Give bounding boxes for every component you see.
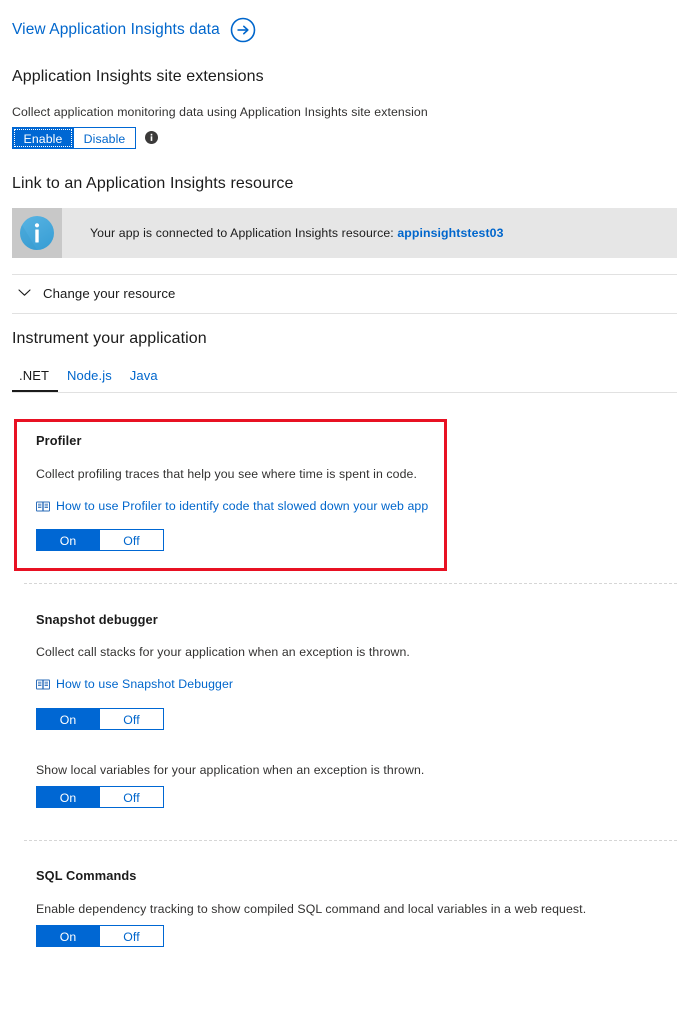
profiler-off-button[interactable]: Off bbox=[100, 529, 164, 551]
profiler-doc-link-label: How to use Profiler to identify code tha… bbox=[56, 499, 429, 513]
snapshot-debugger-description: Collect call stacks for your application… bbox=[36, 645, 410, 659]
connected-resource-banner: Your app is connected to Application Ins… bbox=[12, 208, 677, 258]
instrument-tabbar: .NET Node.js Java bbox=[12, 366, 677, 393]
site-extensions-heading: Application Insights site extensions bbox=[12, 68, 264, 85]
info-circle-icon bbox=[12, 208, 62, 258]
snapshot-debugger-off-button[interactable]: Off bbox=[100, 708, 164, 730]
divider-above-change-resource bbox=[12, 274, 677, 275]
app-insights-settings-page: View Application Insights data Applicati… bbox=[0, 0, 689, 1012]
tab-java[interactable]: Java bbox=[121, 366, 167, 390]
profiler-doc-link[interactable]: How to use Profiler to identify code tha… bbox=[36, 499, 428, 513]
sql-commands-description: Enable dependency tracking to show compi… bbox=[36, 902, 587, 916]
snapshot-debugger-doc-link-label: How to use Snapshot Debugger bbox=[56, 677, 234, 691]
local-variables-toggle[interactable]: On Off bbox=[36, 786, 164, 808]
change-resource-collapsible[interactable]: Change your resource bbox=[18, 284, 175, 302]
chevron-down-icon bbox=[18, 284, 31, 302]
snapshot-debugger-toggle[interactable]: On Off bbox=[36, 708, 164, 730]
tab-nodejs[interactable]: Node.js bbox=[58, 366, 121, 390]
book-icon bbox=[36, 501, 50, 512]
enable-button[interactable]: Enable bbox=[12, 127, 74, 149]
link-resource-heading: Link to an Application Insights resource bbox=[12, 175, 294, 192]
view-application-insights-data-link[interactable]: View Application Insights data bbox=[12, 17, 256, 43]
site-extensions-description: Collect application monitoring data usin… bbox=[12, 105, 428, 119]
instrument-heading: Instrument your application bbox=[12, 330, 207, 347]
divider-below-change-resource bbox=[12, 313, 677, 314]
site-extensions-toggle[interactable]: Enable Disable bbox=[12, 127, 136, 149]
profiler-title: Profiler bbox=[36, 433, 82, 448]
profiler-toggle[interactable]: On Off bbox=[36, 529, 164, 551]
snapshot-debugger-title: Snapshot debugger bbox=[36, 612, 158, 627]
local-variables-description: Show local variables for your applicatio… bbox=[36, 763, 425, 777]
local-variables-on-button[interactable]: On bbox=[36, 786, 100, 808]
view-data-link-label: View Application Insights data bbox=[12, 21, 220, 38]
disable-button[interactable]: Disable bbox=[74, 127, 136, 149]
sql-commands-title: SQL Commands bbox=[36, 868, 137, 883]
info-icon[interactable] bbox=[145, 131, 158, 144]
sql-commands-on-button[interactable]: On bbox=[36, 925, 100, 947]
snapshot-debugger-on-button[interactable]: On bbox=[36, 708, 100, 730]
change-resource-label: Change your resource bbox=[43, 285, 176, 301]
banner-message: Your app is connected to Application Ins… bbox=[90, 226, 394, 240]
profiler-on-button[interactable]: On bbox=[36, 529, 100, 551]
resource-name-link[interactable]: appinsightstest03 bbox=[397, 226, 503, 240]
local-variables-off-button[interactable]: Off bbox=[100, 786, 164, 808]
divider-before-snapshot-debugger bbox=[24, 583, 677, 584]
book-icon bbox=[36, 679, 50, 690]
snapshot-debugger-doc-link[interactable]: How to use Snapshot Debugger bbox=[36, 677, 233, 691]
divider-before-sql-commands bbox=[24, 840, 677, 841]
banner-text: Your app is connected to Application Ins… bbox=[90, 226, 504, 240]
tab-dotnet[interactable]: .NET bbox=[12, 366, 59, 392]
arrow-right-circle-icon bbox=[230, 17, 256, 43]
sql-commands-toggle[interactable]: On Off bbox=[36, 925, 164, 947]
profiler-description: Collect profiling traces that help you s… bbox=[36, 467, 417, 481]
sql-commands-off-button[interactable]: Off bbox=[100, 925, 164, 947]
